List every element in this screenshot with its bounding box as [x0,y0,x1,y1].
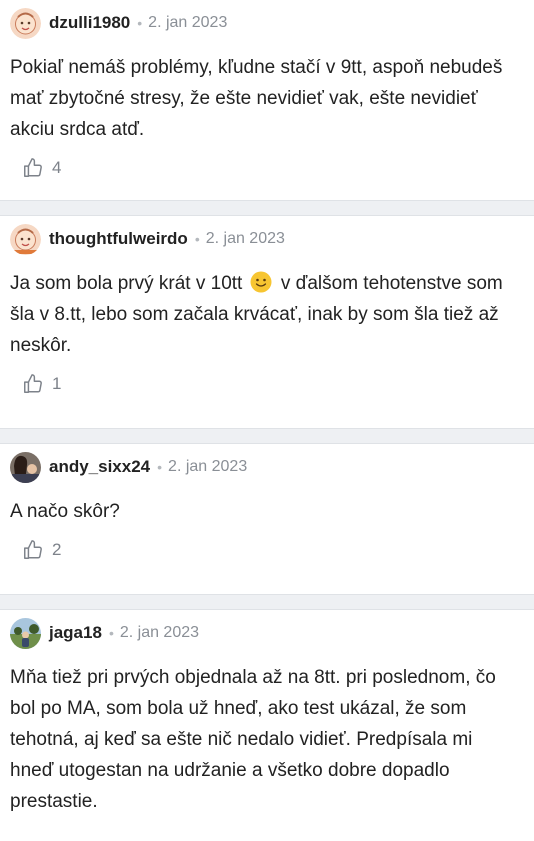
comment-text: Pokiaľ nemáš problémy, kľudne stačí v 9t… [10,57,503,140]
cartoon-baby-icon [10,7,41,39]
comment-date: 2. jan 2023 [168,458,248,475]
slightly-smiling-face-icon [250,271,272,293]
comment-header: dzulli1980 • 2. jan 2023 [10,6,522,40]
like-count: 2 [52,540,62,559]
comment: jaga18 • 2. jan 2023 Mňa tiež pri prvých… [0,610,534,841]
comment: thoughtfulweirdo • 2. jan 2023 Ja som bo… [0,216,534,428]
username[interactable]: andy_sixx24 [49,457,150,477]
comment-text-part: Ja som bola prvý krát v 10tt [10,273,243,294]
like-button[interactable]: 2 [10,535,522,565]
username[interactable]: dzulli1980 [49,13,130,33]
username[interactable]: jaga18 [49,623,102,643]
comment-date: 2. jan 2023 [205,230,285,247]
user-photo-icon [10,617,41,649]
separator-dot: • [108,625,114,641]
like-button[interactable]: 4 [10,153,522,183]
comment: dzulli1980 • 2. jan 2023 Pokiaľ nemáš pr… [0,0,534,200]
thumbs-up-icon [24,540,42,559]
like-count: 1 [52,374,62,393]
thumbs-up-icon [24,374,42,393]
comment-text: Ja som bola prvý krát v 10tt v ďalšom te… [10,268,518,361]
comment-header: jaga18 • 2. jan 2023 [10,616,522,650]
separator-dot: • [137,15,143,31]
comment: andy_sixx24 • 2. jan 2023 A načo skôr? 2 [0,444,534,594]
divider [0,594,534,610]
divider [0,200,534,216]
avatar[interactable] [10,7,41,39]
avatar[interactable] [10,617,41,649]
avatar[interactable] [10,451,41,483]
separator-dot: • [157,459,163,475]
username[interactable]: thoughtfulweirdo [49,229,188,249]
divider [0,428,534,444]
comment-feed: dzulli1980 • 2. jan 2023 Pokiaľ nemáš pr… [0,0,534,841]
user-photo-icon [10,451,41,483]
avatar[interactable] [10,223,41,255]
separator-dot: • [194,231,200,247]
like-button[interactable]: 1 [10,369,522,399]
comment-date: 2. jan 2023 [148,14,228,31]
comment-text: A načo skôr? [10,501,120,522]
like-count: 4 [52,158,62,177]
comment-header: thoughtfulweirdo • 2. jan 2023 [10,222,522,256]
cartoon-baby-icon [10,223,41,255]
thumbs-up-icon [24,158,42,177]
comment-text: Mňa tiež pri prvých objednala až na 8tt.… [10,667,496,812]
comment-date: 2. jan 2023 [119,624,200,641]
comment-header: andy_sixx24 • 2. jan 2023 [10,450,522,484]
